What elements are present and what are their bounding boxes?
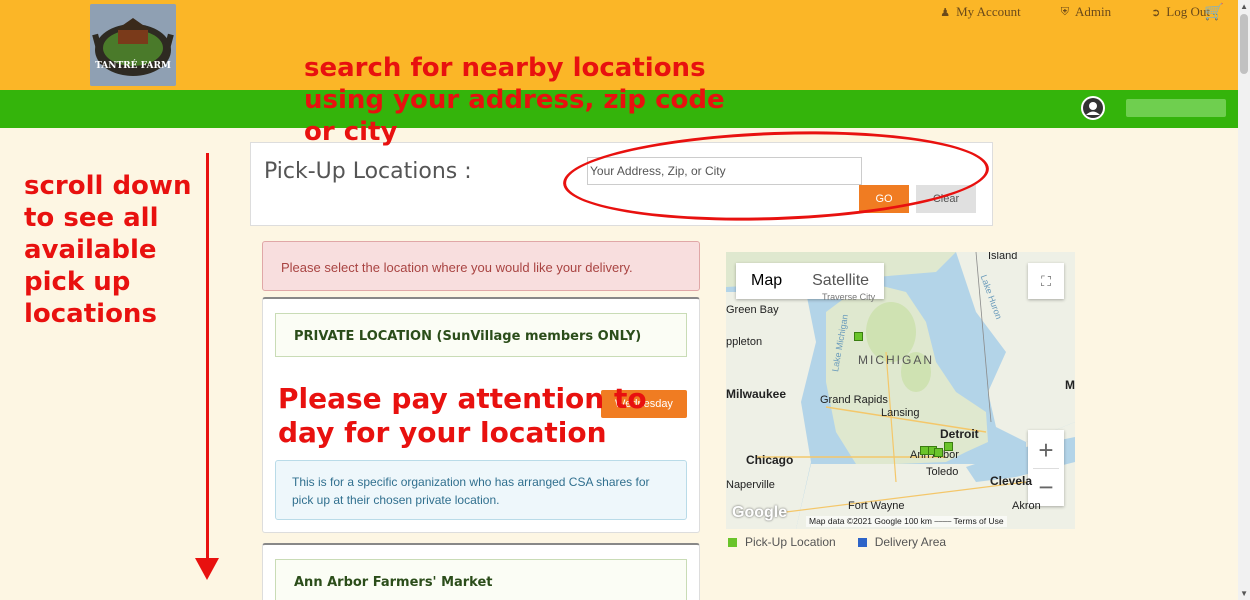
- map-type-map[interactable]: Map: [736, 263, 797, 299]
- shield-icon: ⛨: [1060, 5, 1069, 18]
- pickup-location-pin[interactable]: [944, 442, 953, 451]
- location-card[interactable]: Ann Arbor Farmers' Market: [262, 543, 700, 600]
- scroll-arrow-line: [206, 153, 209, 563]
- legend-swatch-delivery: [857, 537, 867, 547]
- annotation-day: Please pay attention to day for your loc…: [278, 382, 647, 449]
- location-name[interactable]: Ann Arbor Farmers' Market: [275, 559, 687, 600]
- map-label-chicago: Chicago: [746, 453, 794, 467]
- scroll-thumb[interactable]: [1240, 14, 1248, 74]
- scroll-up-icon[interactable]: ▲: [1240, 2, 1248, 11]
- legend-label: Delivery Area: [874, 535, 947, 549]
- legend-delivery: Delivery Area: [857, 535, 947, 549]
- logo-text: TANTRÉ FARM: [95, 59, 171, 71]
- farm-logo[interactable]: TANTRÉ FARM: [90, 4, 176, 86]
- annotation-search: search for nearby locations using your a…: [304, 53, 725, 147]
- page-scrollbar[interactable]: ▲ ▼: [1238, 0, 1250, 600]
- map-label-detroit: Detroit: [940, 427, 979, 441]
- user-icon: ♟: [940, 6, 951, 19]
- scroll-arrow-head: [195, 558, 219, 580]
- map-label-toledo: Toledo: [926, 466, 959, 478]
- select-location-alert: Please select the location where you wou…: [262, 241, 700, 291]
- google-logo: Google: [732, 504, 788, 521]
- map-label-akron: Akron: [1012, 500, 1041, 512]
- map-label-milwaukee: Milwaukee: [726, 387, 787, 401]
- map-attribution[interactable]: Map data ©2021 Google 100 km ⎯⎯⎯⎯ Terms …: [806, 516, 1007, 527]
- nav-my-account[interactable]: ♟ My Account: [940, 4, 1021, 20]
- legend-swatch-pickup: [728, 537, 737, 547]
- fullscreen-icon[interactable]: ⛶: [1028, 263, 1064, 299]
- user-avatar-icon[interactable]: [1081, 96, 1105, 120]
- map-label-green-bay: Green Bay: [726, 304, 779, 316]
- logout-icon: ➲: [1151, 6, 1161, 19]
- top-nav: ♟ My Account ⛨ Admin ➲ Log Out: [900, 4, 1210, 20]
- map-label-island: Island: [988, 252, 1018, 262]
- location-name[interactable]: PRIVATE LOCATION (SunVillage members ONL…: [275, 313, 687, 357]
- cart-icon[interactable]: 🛒: [1204, 2, 1224, 22]
- locations-map[interactable]: Map Satellite ⛶ + − Island Green Bay ppl…: [726, 252, 1075, 529]
- map-label-appleton: ppleton: [726, 336, 763, 348]
- nav-log-out[interactable]: ➲ Log Out: [1151, 4, 1210, 20]
- location-description: This is for a specific organization who …: [275, 460, 687, 520]
- nav-label: My Account: [956, 4, 1021, 19]
- annotation-scroll: scroll down to see all available pick up…: [24, 171, 192, 329]
- map-label-lansing: Lansing: [881, 407, 920, 419]
- farm-logo-image: TANTRÉ FARM: [90, 4, 176, 86]
- map-label-michigan: MICHIGAN: [858, 353, 934, 367]
- scroll-down-icon[interactable]: ▼: [1240, 589, 1248, 598]
- avatar-graphic: [1083, 98, 1103, 118]
- pickup-locations-title: Pick-Up Locations :: [264, 159, 472, 184]
- user-name-redacted: [1126, 99, 1226, 117]
- nav-admin[interactable]: ⛨ Admin: [1061, 4, 1111, 20]
- nav-label: Admin: [1074, 4, 1112, 19]
- pickup-location-pin[interactable]: [934, 448, 943, 457]
- map-label-grand-rapids: Grand Rapids: [820, 394, 888, 406]
- map-label-m: M: [1065, 378, 1075, 392]
- legend-pickup: Pick-Up Location: [728, 535, 836, 549]
- map-label-cleveland: Clevela: [990, 474, 1033, 488]
- pickup-location-pin[interactable]: [854, 332, 863, 341]
- map-label-traverse: Traverse City: [822, 292, 876, 302]
- map-label-naperville: Naperville: [726, 479, 775, 491]
- legend-label: Pick-Up Location: [745, 535, 836, 549]
- map-legend: Pick-Up Location Delivery Area: [728, 535, 968, 549]
- map-label-fort-wayne: Fort Wayne: [848, 500, 905, 512]
- zoom-in-icon[interactable]: +: [1038, 432, 1053, 468]
- zoom-controls: + −: [1028, 430, 1064, 506]
